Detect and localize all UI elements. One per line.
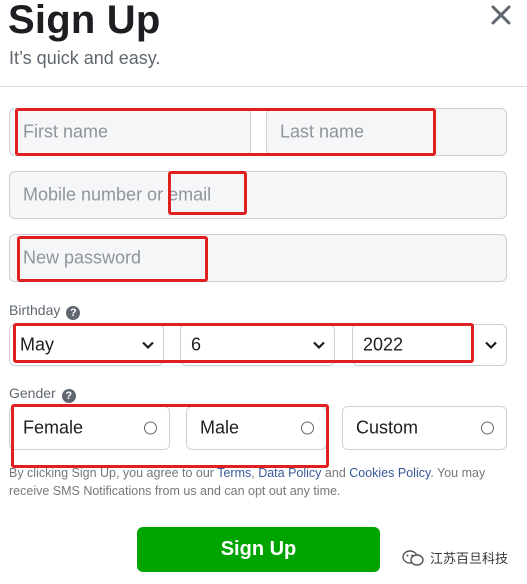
terms-text: By clicking Sign Up, you agree to our Te… [9, 464, 514, 500]
chevron-down-icon [142, 341, 154, 350]
header-divider [0, 86, 527, 87]
gender-option-male[interactable]: Male [186, 406, 327, 450]
terms-sep: and [321, 466, 350, 480]
chevron-down-icon [485, 341, 497, 350]
gender-option-custom[interactable]: Custom [342, 406, 507, 450]
help-icon[interactable]: ? [61, 389, 76, 403]
page-title: Sign Up [8, 0, 161, 42]
first-name-input[interactable]: First name [9, 108, 251, 156]
chevron-down-icon [313, 341, 325, 350]
gender-option-label: Male [200, 417, 240, 438]
last-name-input[interactable]: Last name [266, 108, 507, 156]
gender-option-female[interactable]: Female [9, 406, 170, 450]
help-icon[interactable]: ? [66, 306, 81, 320]
radio-button[interactable] [301, 421, 314, 435]
radio-button[interactable] [481, 421, 494, 435]
sign-up-button[interactable]: Sign Up [137, 527, 380, 572]
radio-button[interactable] [144, 421, 157, 435]
gender-label: Gender? [9, 385, 76, 403]
gender-option-label: Custom [356, 417, 419, 438]
mobile-email-input[interactable]: Mobile number or email [9, 171, 507, 219]
first-name-placeholder: First name [23, 121, 109, 142]
mobile-email-placeholder: Mobile number or email [23, 184, 212, 205]
terms-prefix: By clicking Sign Up, you agree to our [9, 466, 218, 480]
gender-option-label: Female [23, 417, 84, 438]
birthday-day-value: 6 [191, 334, 202, 355]
data-policy-link[interactable]: Data Policy [258, 466, 321, 480]
birthday-year-value: 2022 [363, 334, 404, 355]
terms-link[interactable]: Terms [217, 466, 251, 480]
cookies-policy-link[interactable]: Cookies Policy [349, 466, 430, 480]
last-name-placeholder: Last name [280, 121, 365, 142]
watermark: 江苏百旦科技 [402, 548, 508, 567]
birthday-label: Birthday? [9, 302, 81, 320]
new-password-input[interactable]: New password [9, 234, 507, 282]
wechat-icon [402, 549, 424, 566]
birthday-year-select[interactable]: 2022 [352, 324, 507, 366]
gender-label-text: Gender [9, 385, 56, 401]
new-password-placeholder: New password [23, 247, 142, 268]
birthday-label-text: Birthday [9, 302, 61, 318]
birthday-month-value: May [20, 334, 55, 355]
birthday-day-select[interactable]: 6 [180, 324, 335, 366]
watermark-text: 江苏百旦科技 [430, 551, 509, 566]
page-subtitle: It’s quick and easy. [9, 48, 161, 68]
close-icon[interactable] [488, 2, 514, 28]
birthday-month-select[interactable]: May [9, 324, 164, 366]
